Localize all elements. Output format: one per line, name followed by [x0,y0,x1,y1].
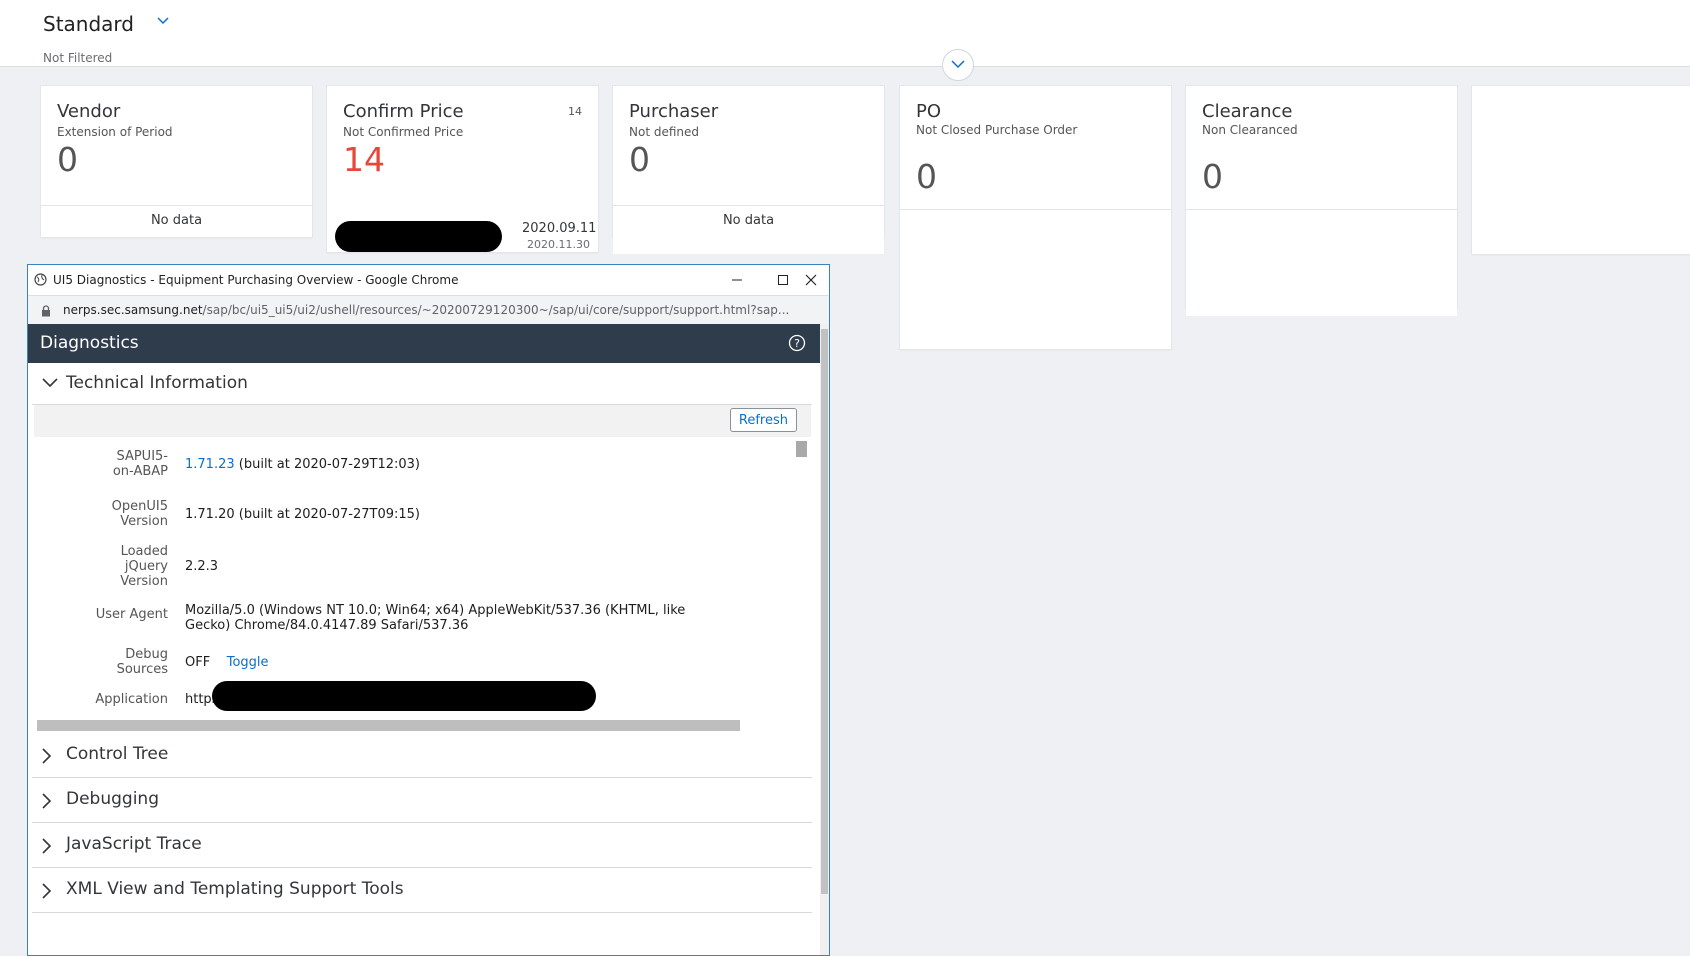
redacted-item [335,221,502,252]
card-kpi-value: 0 [916,157,937,196]
no-data-text: No data [150,213,203,228]
section-label: Debugging [66,789,159,809]
panel-title: Diagnostics [40,333,139,353]
info-value: OFF Toggle [185,655,745,670]
section-label: XML View and Templating Support Tools [66,879,404,899]
info-label: User Agent [95,607,168,622]
collapse-header-button[interactable] [942,49,974,81]
card-title: PO [916,101,942,122]
smart-variant-header: Standard Not Filtered [0,0,1690,67]
redacted-url [212,681,596,711]
section-label: Technical Information [66,373,248,393]
info-value: Mozilla/5.0 (Windows NT 10.0; Win64; x64… [185,603,686,633]
info-value: 1.71.20 (built at 2020-07-27T09:15) [185,507,420,522]
card-title: Confirm Price [343,101,464,122]
diagnostics-header-bar: Diagnostics ? [28,324,820,363]
section-debugging[interactable]: Debugging [32,777,812,823]
card-kpi-value: 14 [343,140,385,179]
chevron-right-icon [42,838,52,854]
section-label: Control Tree [66,744,169,764]
card-footer: No data [613,205,884,238]
chevron-down-icon[interactable] [157,15,169,27]
card-clearance[interactable]: Clearance Non Clearanced 0 [1186,86,1457,308]
card-divider [1186,209,1457,210]
chevron-right-icon [42,793,52,809]
info-label: Application [95,692,168,707]
card-subtitle: Not Confirmed Price [343,125,464,139]
card-kpi-value: 0 [629,140,650,179]
section-technical-information[interactable]: Technical Information [32,363,812,405]
section-javascript-trace[interactable]: JavaScript Trace [32,822,812,868]
diagnostics-content: Technical Information Refresh SAPUI5-on-… [28,363,820,955]
window-titlebar[interactable]: UI5 Diagnostics - Equipment Purchasing O… [28,265,829,295]
info-label: OpenUI5 Version [111,499,168,529]
card-purchaser[interactable]: Purchaser Not defined 0 No data [613,86,884,237]
debug-status: OFF [185,655,211,670]
url-host: nerps.sec.samsung.net [63,303,203,317]
item-date: 2020.09.11 [522,221,597,236]
card-clearance-ghost [1186,308,1457,316]
info-label: Debug Sources [116,647,168,677]
help-icon[interactable]: ? [788,334,806,352]
diagnostics-popup-window[interactable]: UI5 Diagnostics - Equipment Purchasing O… [27,264,830,956]
card-vendor[interactable]: Vendor Extension of Period 0 No data [41,86,312,237]
info-label: Loaded jQuery Version [120,544,168,589]
address-bar[interactable]: nerps.sec.samsung.net/sap/bc/ui5_ui5/ui2… [28,295,829,325]
minimize-icon[interactable] [728,271,746,289]
item-date-secondary: 2020.11.30 [527,238,590,251]
card-confirm-price[interactable]: Confirm Price 14 Not Confirmed Price 14 … [327,86,598,252]
card-footer: No data [41,205,312,238]
chevron-down-icon [951,60,965,69]
maximize-icon[interactable] [774,271,792,289]
inner-scrollbar-thumb[interactable] [796,441,807,457]
card-purchaser-ghost [613,237,884,254]
card-po[interactable]: PO Not Closed Purchase Order 0 [900,86,1171,349]
close-icon[interactable] [802,271,820,289]
refresh-button[interactable]: Refresh [729,408,797,432]
vertical-scrollbar[interactable] [820,324,829,955]
card-subtitle: Not defined [629,125,700,139]
no-data-text: No data [722,213,775,228]
card-partial[interactable] [1472,86,1690,254]
card-count: 14 [568,105,582,118]
filter-status: Not Filtered [43,51,113,65]
version-link[interactable]: 1.71.23 [185,457,235,472]
chevron-right-icon [42,883,52,899]
card-title: Clearance [1202,101,1293,122]
variant-title[interactable]: Standard [43,12,134,36]
url-path: /sap/bc/ui5_ui5/ui2/ushell/resources/~20… [202,303,790,317]
info-value: 2.2.3 [185,559,219,574]
card-divider [900,209,1171,210]
window-title: UI5 Diagnostics - Equipment Purchasing O… [53,273,459,287]
card-subtitle: Non Clearanced [1202,123,1298,137]
build-info: (built at 2020-07-29T12:03) [238,457,421,472]
vertical-scrollbar-thumb[interactable] [821,329,828,894]
section-xml-view[interactable]: XML View and Templating Support Tools [32,867,812,913]
url-text[interactable]: nerps.sec.samsung.net/sap/bc/ui5_ui5/ui2… [63,303,789,317]
card-kpi-value: 0 [1202,157,1223,196]
lock-icon [42,305,50,317]
globe-icon [34,273,47,286]
chevron-right-icon [42,748,52,764]
toggle-link[interactable]: Toggle [227,655,269,670]
card-subtitle: Extension of Period [57,125,173,139]
section-label: JavaScript Trace [66,834,202,854]
card-title: Vendor [57,101,121,122]
info-label: SAPUI5-on-ABAP [112,449,168,479]
card-title: Purchaser [629,101,719,122]
info-value: 1.71.23 (built at 2020-07-29T12:03) [185,457,745,472]
horizontal-scrollbar[interactable] [37,720,740,731]
card-subtitle: Not Closed Purchase Order [916,123,1078,137]
svg-text:?: ? [794,337,800,350]
chevron-down-icon [42,378,58,388]
section-control-tree[interactable]: Control Tree [32,732,812,778]
technical-toolbar: Refresh [34,405,811,437]
card-kpi-value: 0 [57,140,78,179]
